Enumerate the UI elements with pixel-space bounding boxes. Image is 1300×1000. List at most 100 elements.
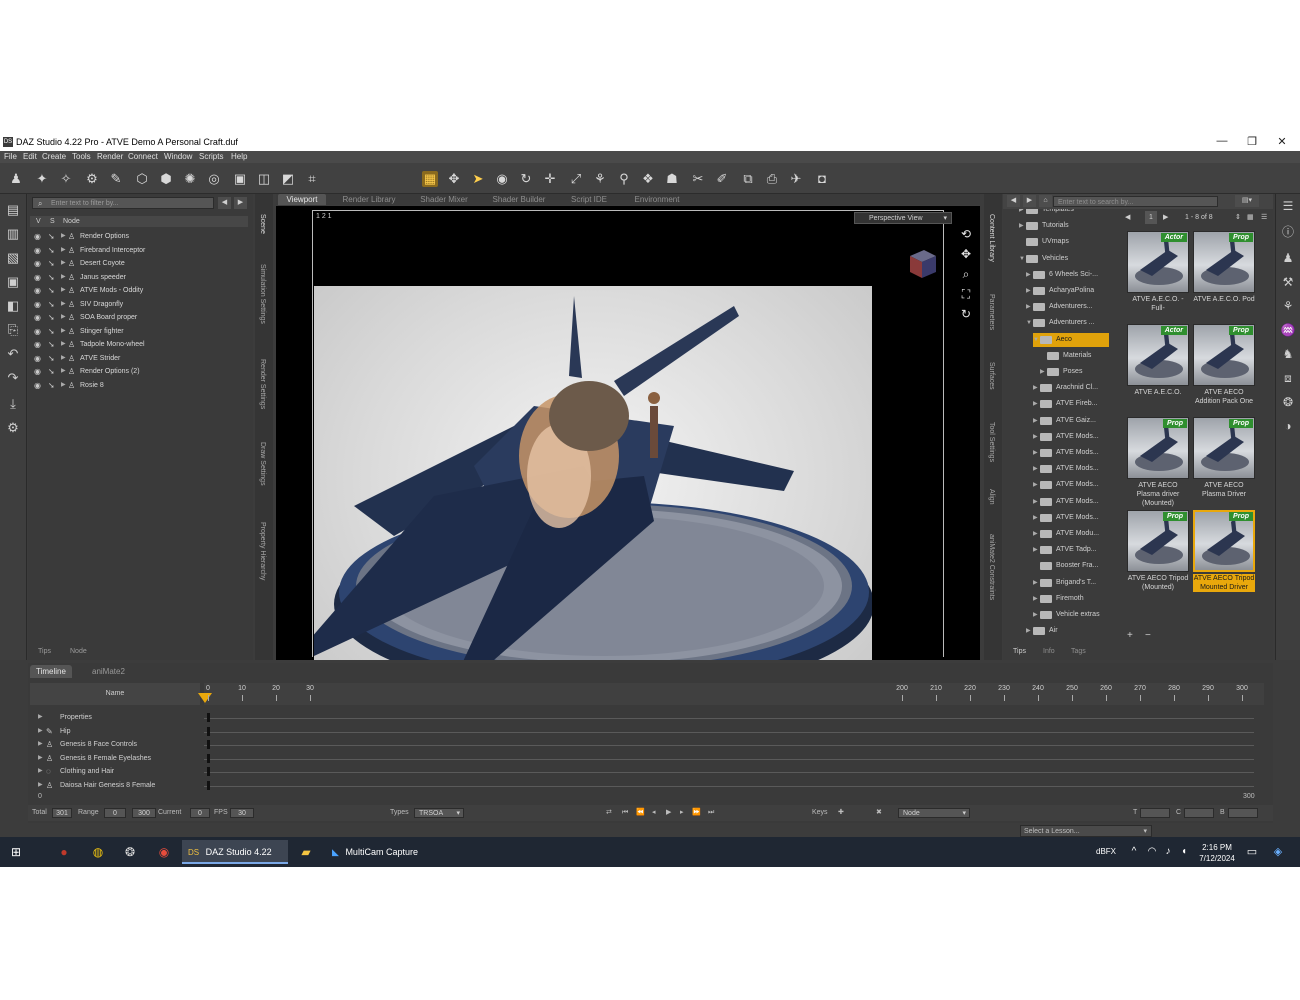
aperture-app-icon[interactable]: ❂ [122, 844, 138, 860]
content-tile[interactable]: Prop ATVE AECO Addition Pack One [1193, 324, 1255, 414]
content-tree-item[interactable]: ▶ Arachnid Cl... [1033, 381, 1109, 395]
expand-arrow-icon[interactable]: ▶ [61, 365, 66, 378]
vtab-render-settings[interactable]: Render Settings [259, 359, 266, 409]
content-tile[interactable]: Prop ATVE AECO Plasma driver (Mounted) [1127, 417, 1189, 507]
tree-expand-icon[interactable]: ▼ [1033, 333, 1039, 347]
vtab-content-library[interactable]: Content Library [988, 214, 995, 262]
tree-expand-icon[interactable]: ▶ [1033, 527, 1038, 541]
image-edit-icon[interactable]: ⧉ [740, 171, 756, 187]
info-icon[interactable]: ⓘ [1280, 224, 1296, 240]
back-icon[interactable]: ◀ [1007, 195, 1020, 207]
menu-create[interactable]: Create [42, 152, 66, 161]
minimize-button[interactable]: — [1212, 135, 1232, 147]
close-button[interactable]: ✕ [1272, 135, 1292, 148]
select-arrow-icon[interactable]: ➘ [48, 352, 55, 365]
settings-icon[interactable]: ⚙ [5, 420, 21, 436]
tree-expand-icon[interactable]: ▶ [1026, 268, 1031, 282]
merge-file-icon[interactable]: ▧ [5, 250, 21, 266]
scene-node-row[interactable]: ◉ ➘ ▶ ♙ Firebrand Interceptor [30, 244, 248, 257]
scene-node-row[interactable]: ◉ ➘ ▶ ♙ ATVE Strider [30, 352, 248, 365]
content-tree-item[interactable]: ▶ Firemoth [1033, 592, 1109, 606]
skip-start-icon[interactable]: ⏮ [622, 805, 628, 821]
tree-expand-icon[interactable]: ▶ [1033, 511, 1038, 525]
expand-arrow-icon[interactable]: ▶ [61, 311, 66, 324]
scene-figure-icon[interactable]: ♟ [8, 171, 24, 187]
tree-expand-icon[interactable]: ▶ [1026, 284, 1031, 298]
select-arrow-icon[interactable]: ➘ [48, 271, 55, 284]
vtab-tool-settings[interactable]: Tool Settings [988, 422, 995, 462]
content-tree-item[interactable]: ▼ Adventurers ... [1026, 316, 1109, 330]
sparkle-icon[interactable]: ✧ [58, 171, 74, 187]
select-arrow-icon[interactable]: ➘ [48, 338, 55, 351]
frame-icon[interactable]: ⛶ [958, 286, 974, 302]
types-select[interactable]: TRSOA ▾ [414, 808, 464, 818]
restore-button[interactable]: ❐ [1242, 135, 1262, 148]
timeline-track-lane[interactable] [204, 758, 1254, 760]
expand-arrow-icon[interactable]: ▶ [61, 352, 66, 365]
content-tree-item[interactable]: ▶ ATVE Mods... [1033, 495, 1109, 509]
scene-filter-input[interactable]: ⌕ Enter text to filter by... [32, 197, 214, 209]
orbit-icon[interactable]: ⟲ [958, 226, 974, 242]
translate-tool-icon[interactable]: ✛ [542, 171, 558, 187]
viewport[interactable]: 1 2 1 Perspective View ▾ ⟲ ✥ ⌕ ⛶ ↻ [276, 206, 980, 660]
wrench-icon[interactable]: ⚒ [1280, 274, 1296, 290]
wand-icon[interactable]: ✦ [34, 171, 50, 187]
select-arrow-icon[interactable]: ➘ [48, 244, 55, 257]
content-tree-item[interactable]: ▶ Brigand's T... [1033, 576, 1109, 590]
list-view-icon[interactable]: ☰ [1261, 211, 1267, 224]
skip-end-icon[interactable]: ⏭ [708, 805, 714, 821]
track-expand-icon[interactable]: ▶ [38, 725, 43, 738]
cube-morph-icon[interactable]: ◩ [280, 171, 296, 187]
content-tree-item[interactable]: ▼ Vehicles [1019, 252, 1109, 266]
visibility-eye-icon[interactable]: ◉ [34, 338, 41, 351]
content-tree-item[interactable]: ▶ Tutorials [1019, 219, 1109, 233]
content-tree-item[interactable]: UVmaps [1019, 235, 1109, 249]
content-tree-item[interactable]: ▶ Templates [1019, 209, 1109, 217]
content-tree-item[interactable]: ▶ ATVE Modu... [1033, 527, 1109, 541]
current-field[interactable]: 0 [190, 808, 210, 818]
tab-shader-mixer[interactable]: Shader Mixer [412, 194, 476, 205]
expand-arrow-icon[interactable]: ▶ [61, 379, 66, 392]
select-arrow-icon[interactable]: ➘ [48, 379, 55, 392]
content-search-input[interactable]: Enter text to search by... [1053, 196, 1218, 207]
t-field[interactable] [1140, 808, 1170, 818]
menu-file[interactable]: File [4, 152, 17, 161]
grid-prev-icon[interactable]: ◀ [1125, 211, 1130, 224]
range-from-field[interactable]: 0 [104, 808, 126, 818]
tree-expand-icon[interactable]: ▶ [1033, 397, 1038, 411]
tree-expand-icon[interactable]: ▶ [1033, 495, 1038, 509]
select-arrow-icon[interactable]: ➘ [48, 311, 55, 324]
content-tree-item[interactable]: ▶ ATVE Gaiz... [1033, 414, 1109, 428]
step-forward-key-icon[interactable]: ⏩ [692, 805, 701, 821]
timeline-track-name[interactable]: ▶ Properties [30, 711, 200, 724]
tab-animate2[interactable]: aniMate2 [86, 665, 131, 678]
track-expand-icon[interactable]: ▶ [38, 711, 43, 724]
redo-icon[interactable]: ↷ [5, 370, 21, 386]
node-tool-icon[interactable]: ⬡ [134, 171, 150, 187]
geometry-editor-icon[interactable]: ⚲ [616, 171, 632, 187]
lesson-select[interactable]: Select a Lesson... ▾ [1020, 825, 1152, 837]
content-tree-item[interactable]: ▶ ATVE Mods... [1033, 430, 1109, 444]
grid-tool-icon[interactable]: ▦ [422, 171, 438, 187]
scene-node-row[interactable]: ◉ ➘ ▶ ♙ Render Options [30, 230, 248, 243]
c-field[interactable] [1184, 808, 1214, 818]
content-tree-item[interactable]: ▶ Air [1026, 624, 1109, 638]
tab-timeline[interactable]: Timeline [30, 665, 72, 678]
red-app-icon[interactable]: ◉ [156, 844, 172, 860]
content-tile[interactable]: Prop ATVE AECO Tripod Mounted Driver [1193, 510, 1255, 600]
crop-icon[interactable]: ⌗ [304, 171, 320, 187]
taskbar-daz-studio[interactable]: DS DAZ Studio 4.22 Pr... [182, 840, 288, 864]
aperture-icon[interactable]: ❂ [1280, 394, 1296, 410]
select-arrow-icon[interactable]: ➘ [48, 230, 55, 243]
expand-arrow-icon[interactable]: ▶ [61, 271, 66, 284]
timeline-track-name[interactable]: ▶ ♙ Daiosa Hair Genesis 8 Female [30, 779, 200, 792]
vtab-surfaces[interactable]: Surfaces [988, 362, 995, 390]
copilot-icon[interactable]: ◈ [1270, 844, 1286, 860]
menu-edit[interactable]: Edit [23, 152, 37, 161]
undo-icon[interactable]: ↶ [5, 346, 21, 362]
track-expand-icon[interactable]: ▶ [38, 779, 43, 792]
hair-icon[interactable]: ♒ [1280, 322, 1296, 338]
menu-tools[interactable]: Tools [72, 152, 91, 161]
expand-arrow-icon[interactable]: ▶ [61, 338, 66, 351]
home-icon[interactable]: ⌂ [1039, 195, 1052, 207]
